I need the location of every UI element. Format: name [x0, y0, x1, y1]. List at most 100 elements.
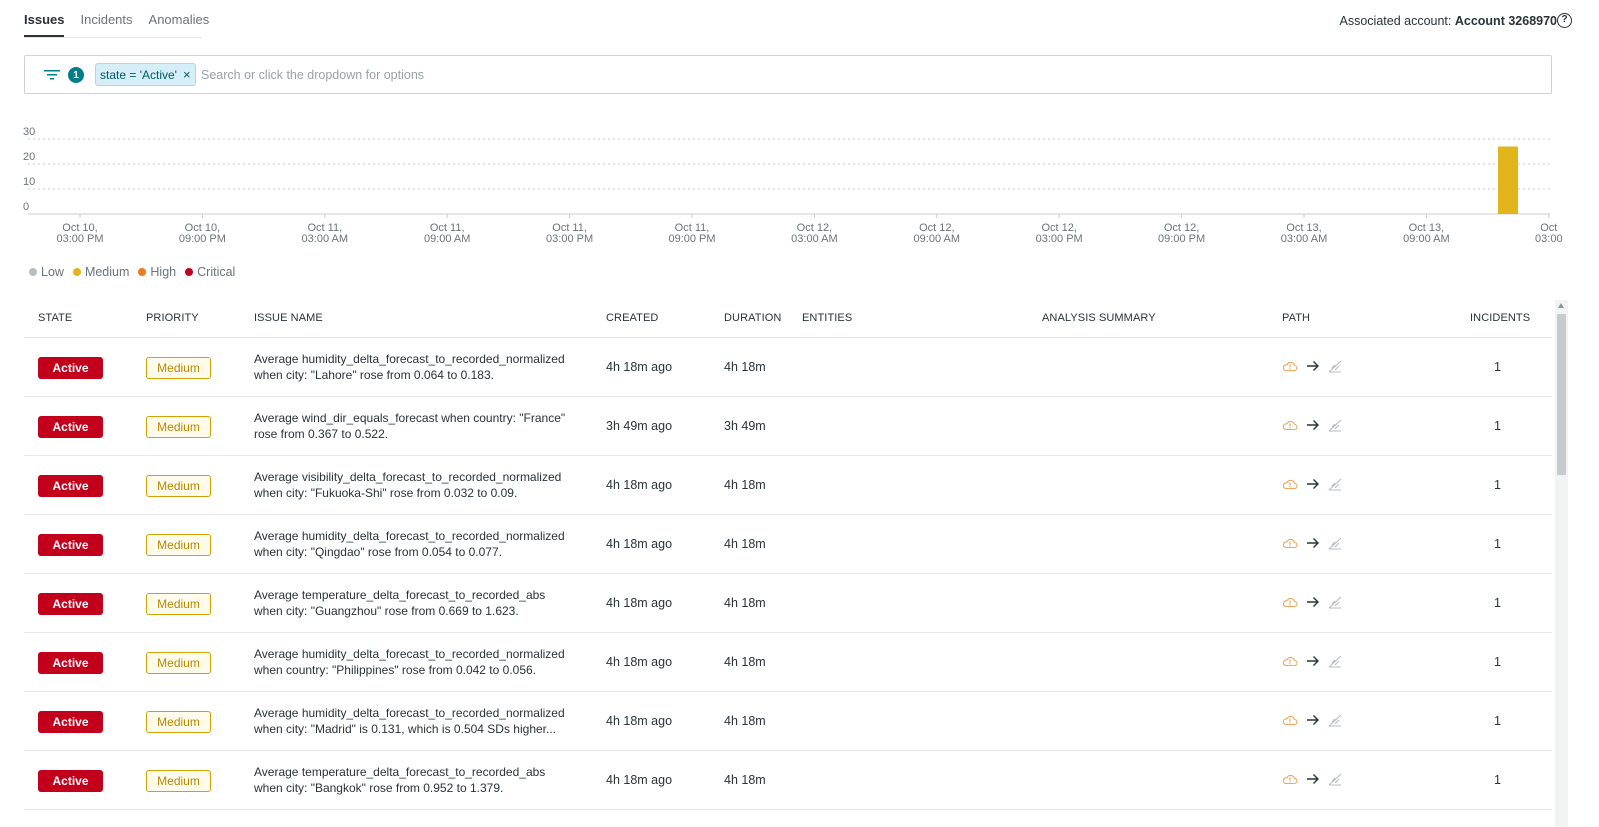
incidents-count[interactable]: 1 [1494, 478, 1501, 492]
tab-anomalies[interactable]: Anomalies [149, 12, 210, 37]
arrow-right-icon [1307, 479, 1319, 489]
x-tick-label: 09:00 AM [914, 233, 960, 245]
issues-table: STATE PRIORITY ISSUE NAME CREATED DURATI… [24, 305, 1552, 810]
issue-name-line1: Average visibility_delta_forecast_to_rec… [254, 470, 562, 484]
incidents-count[interactable]: 1 [1494, 655, 1501, 669]
incidents-count[interactable]: 1 [1494, 596, 1501, 610]
legend-item-high[interactable]: High [138, 265, 176, 279]
header-duration[interactable]: DURATION [724, 312, 781, 324]
issue-name-line2: when city: "Fukuoka-Shi" rose from 0.032… [254, 486, 518, 500]
header-path[interactable]: PATH [1282, 312, 1310, 324]
incident-path-icon [1328, 360, 1342, 373]
created-value: 4h 18m ago [606, 714, 673, 728]
created-value: 4h 18m ago [606, 655, 673, 669]
table-body: Active Medium Average humidity_delta_forec… [24, 338, 1552, 810]
cloud-alert-icon [1282, 361, 1298, 372]
incident-path-icon [1328, 537, 1342, 550]
issue-name[interactable]: Average humidity_delta_forecast_to_recor… [254, 528, 584, 560]
legend-item-critical[interactable]: Critical [185, 265, 235, 279]
issue-name[interactable]: Average humidity_delta_forecast_to_recor… [254, 705, 584, 737]
cloud-alert-icon [1282, 715, 1298, 726]
table-scrollbar[interactable] [1555, 300, 1568, 827]
incidents-count[interactable]: 1 [1494, 419, 1501, 433]
table-row[interactable]: Active Medium Average humidity_delta_forec… [24, 338, 1552, 397]
y-tick-label: 10 [23, 176, 35, 188]
priority-badge: Medium [146, 416, 211, 438]
filter-bar: 1 state = 'Active' × [24, 55, 1552, 94]
filter-chip-label: state = 'Active' [100, 67, 177, 82]
x-tick-label: 09:00 PM [1158, 233, 1205, 245]
legend-label: Low [41, 265, 64, 279]
state-badge: Active [38, 475, 103, 497]
duration-value: 4h 18m [724, 655, 766, 669]
issue-name-line2: when city: "Bangkok" rose from 0.952 to … [254, 781, 504, 795]
issue-name-line1: Average humidity_delta_forecast_to_recor… [254, 706, 565, 720]
x-tick-label: 03:00 AM [302, 233, 348, 245]
issue-name-line2: when city: "Madrid" is 0.131, which is 0… [254, 722, 556, 736]
x-tick-label: 09:00 AM [424, 233, 470, 245]
cloud-alert-icon [1282, 597, 1298, 608]
legend-item-low[interactable]: Low [29, 265, 64, 279]
priority-badge: Medium [146, 534, 211, 556]
table-row[interactable]: Active Medium Average temperature_delta_fo… [24, 751, 1552, 810]
issue-name[interactable]: Average wind_dir_equals_forecast when co… [254, 410, 584, 442]
table-row[interactable]: Active Medium Average humidity_delta_forec… [24, 633, 1552, 692]
account-prefix: Associated account: [1339, 14, 1452, 28]
incidents-count[interactable]: 1 [1494, 773, 1501, 787]
header-priority[interactable]: PRIORITY [146, 312, 199, 324]
legend-dot [185, 268, 194, 276]
x-tick-label: 03:00 PM [1036, 233, 1083, 245]
legend-dot [72, 268, 81, 276]
path-cell [1282, 772, 1342, 786]
issue-name[interactable]: Average humidity_delta_forecast_to_recor… [254, 351, 584, 383]
priority-badge: Medium [146, 711, 211, 733]
issue-name-line2: rose from 0.367 to 0.522. [254, 427, 389, 441]
issue-name-line2: when city: "Guangzhou" rose from 0.669 t… [254, 604, 519, 618]
issue-name-line1: Average humidity_delta_forecast_to_recor… [254, 529, 565, 543]
associated-account: Associated account: Account 3268970 [1340, 14, 1558, 28]
incidents-count[interactable]: 1 [1494, 537, 1501, 551]
duration-value: 4h 18m [724, 596, 766, 610]
table-row[interactable]: Active Medium Average humidity_delta_forec… [24, 692, 1552, 751]
incident-path-icon [1328, 419, 1342, 432]
issue-name[interactable]: Average humidity_delta_forecast_to_recor… [254, 646, 584, 678]
table-row[interactable]: Active Medium Average temperature_delta_fo… [24, 574, 1552, 633]
tab-incidents[interactable]: Incidents [80, 12, 132, 37]
table-row[interactable]: Active Medium Average humidity_delta_forec… [24, 515, 1552, 574]
x-tick-label: 03:00 AM [791, 233, 837, 245]
incidents-count[interactable]: 1 [1494, 360, 1501, 374]
x-tick-label: 03:00 PM [56, 233, 103, 245]
header-analysis-summary[interactable]: ANALYSIS SUMMARY [1042, 312, 1156, 324]
issue-name[interactable]: Average temperature_delta_forecast_to_re… [254, 587, 584, 619]
header-state[interactable]: STATE [38, 312, 72, 324]
table-row[interactable]: Active Medium Average visibility_delta_for… [24, 456, 1552, 515]
table-row[interactable]: Active Medium Average wind_dir_equals_fore… [24, 397, 1552, 456]
state-badge: Active [38, 416, 103, 438]
scroll-up-arrow-icon[interactable] [1558, 303, 1564, 308]
incidents-count[interactable]: 1 [1494, 714, 1501, 728]
filter-chip-state[interactable]: state = 'Active' × [95, 63, 196, 86]
priority-badge: Medium [146, 475, 211, 497]
path-cell [1282, 595, 1342, 609]
state-badge: Active [38, 770, 103, 792]
header-issue-name[interactable]: ISSUE NAME [254, 312, 323, 324]
cloud-alert-icon [1282, 774, 1298, 785]
issue-name[interactable]: Average temperature_delta_forecast_to_re… [254, 764, 584, 796]
issue-name[interactable]: Average visibility_delta_forecast_to_rec… [254, 469, 584, 501]
close-icon[interactable]: × [183, 67, 191, 82]
legend-item-medium[interactable]: Medium [72, 265, 129, 279]
issue-name-line2: when city: "Lahore" rose from 0.064 to 0… [254, 368, 494, 382]
header-entities[interactable]: ENTITIES [802, 312, 852, 324]
tab-issues[interactable]: Issues [24, 12, 65, 37]
created-value: 4h 18m ago [606, 537, 673, 551]
header-created[interactable]: CREATED [606, 312, 658, 324]
help-icon[interactable]: ? [1557, 13, 1572, 28]
state-badge: Active [38, 593, 103, 615]
header-incidents[interactable]: INCIDENTS [1470, 312, 1530, 324]
search-input[interactable] [201, 65, 1001, 85]
created-value: 3h 49m ago [606, 419, 673, 433]
incident-path-icon [1328, 596, 1342, 609]
filter-icon[interactable] [43, 68, 61, 82]
scrollbar-thumb[interactable] [1557, 314, 1566, 475]
arrow-right-icon [1307, 361, 1319, 371]
